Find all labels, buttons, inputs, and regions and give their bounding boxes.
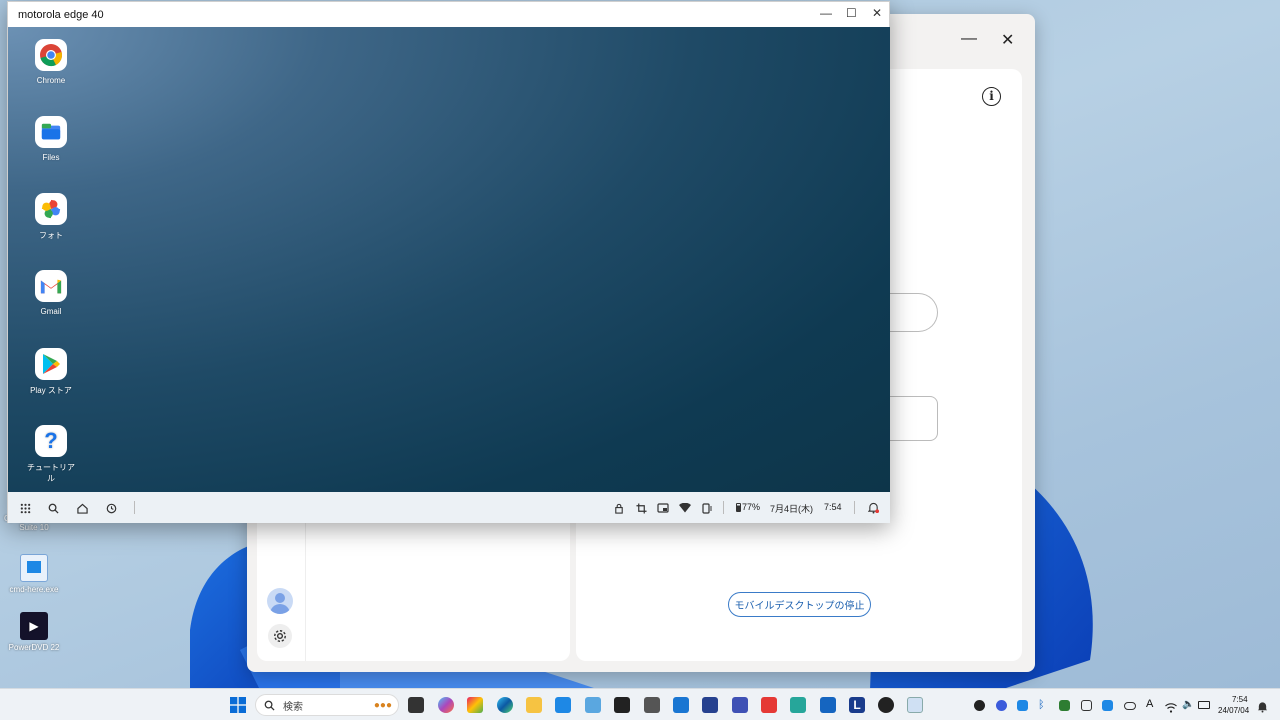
cmd-icon bbox=[20, 554, 48, 582]
sidebar-panel bbox=[257, 514, 570, 661]
start-button[interactable] bbox=[230, 697, 246, 713]
volume-icon[interactable]: 🔈 bbox=[1182, 700, 1194, 710]
search-highlight-icon: ●●● bbox=[373, 699, 392, 711]
onedrive-icon[interactable] bbox=[1124, 702, 1136, 710]
app-label: Gmail bbox=[40, 307, 62, 316]
app-label: チュートリアル bbox=[27, 463, 75, 483]
tray-app-icon[interactable] bbox=[1017, 700, 1028, 711]
window-title: motorola edge 40 bbox=[18, 8, 104, 21]
app-label: フォト bbox=[39, 231, 63, 240]
navbar-divider bbox=[134, 501, 135, 514]
search-icon[interactable] bbox=[46, 501, 60, 515]
cast-icon[interactable] bbox=[656, 501, 670, 515]
close-button[interactable]: ✕ bbox=[1001, 30, 1014, 50]
battery-icon[interactable] bbox=[1198, 701, 1210, 709]
phone-titlebar: motorola edge 40 — ☐ ✕ bbox=[8, 2, 889, 27]
clock-time[interactable]: 7:54 bbox=[1232, 695, 1248, 704]
status-time: 7:54 bbox=[824, 502, 842, 512]
search-icon bbox=[264, 700, 275, 711]
tray-app-icon[interactable] bbox=[996, 700, 1007, 711]
taskbar-search[interactable]: 検索 ●●● bbox=[255, 694, 399, 716]
app-chrome[interactable]: Chrome bbox=[26, 39, 76, 85]
copilot-icon[interactable] bbox=[438, 697, 454, 713]
navbar-divider bbox=[723, 501, 724, 514]
windows-logo-icon bbox=[230, 697, 246, 713]
notification-bell-icon[interactable] bbox=[866, 501, 880, 515]
app-play-store[interactable]: Play ストア bbox=[26, 348, 76, 396]
phone-vibrate-icon bbox=[700, 501, 714, 515]
edge-icon[interactable] bbox=[497, 697, 513, 713]
photos-icon bbox=[35, 193, 67, 225]
app-drawer-icon[interactable] bbox=[18, 501, 32, 515]
home-icon[interactable] bbox=[75, 501, 89, 515]
active-window-icon[interactable] bbox=[907, 697, 923, 713]
chrome-icon bbox=[35, 39, 67, 71]
recents-icon[interactable] bbox=[104, 501, 118, 515]
app-label: Play ストア bbox=[30, 386, 72, 395]
app-label: Chrome bbox=[36, 76, 66, 85]
store-icon[interactable] bbox=[673, 697, 689, 713]
vscode-icon[interactable] bbox=[555, 697, 571, 713]
avatar[interactable] bbox=[267, 588, 293, 614]
battery-icon bbox=[736, 503, 741, 512]
gmail-icon bbox=[35, 270, 67, 302]
snipping-tool-icon[interactable] bbox=[790, 697, 806, 713]
tray-app-icon[interactable] bbox=[1059, 700, 1070, 711]
minimize-button[interactable]: — bbox=[820, 6, 832, 20]
monitor-app-icon[interactable] bbox=[732, 697, 748, 713]
minimize-button[interactable]: — bbox=[961, 30, 977, 48]
terminal-icon[interactable] bbox=[614, 697, 630, 713]
close-button[interactable]: ✕ bbox=[872, 6, 882, 20]
app-photos[interactable]: フォト bbox=[26, 193, 76, 241]
wifi-icon bbox=[678, 501, 692, 515]
stop-mobile-desktop-button[interactable]: モバイルデスクトップの停止 bbox=[728, 592, 871, 617]
lock-icon[interactable] bbox=[612, 501, 626, 515]
app-label: Files bbox=[42, 153, 60, 162]
powerdvd-icon: ▶ bbox=[20, 612, 48, 640]
maximize-button[interactable]: ☐ bbox=[846, 6, 857, 20]
taskbar: 検索 ●●● L ᛒ A 🔈 7:54 24/07/04 bbox=[0, 688, 1280, 720]
crop-icon[interactable] bbox=[634, 501, 648, 515]
tray-app-icon[interactable] bbox=[974, 700, 985, 711]
play-store-icon bbox=[35, 348, 67, 380]
network-app-icon[interactable] bbox=[702, 697, 718, 713]
settings-gear-icon[interactable] bbox=[268, 624, 292, 648]
search-placeholder: 検索 bbox=[283, 701, 303, 713]
wifi-icon[interactable] bbox=[1165, 700, 1177, 713]
bluetooth-icon[interactable]: ᛒ bbox=[1038, 700, 1049, 711]
help-icon: ? bbox=[35, 425, 67, 457]
phone-mirror-window: motorola edge 40 — ☐ ✕ Chrome Files フォト … bbox=[7, 1, 890, 523]
desktop-icon-label: cmd-here.exe bbox=[9, 585, 59, 594]
app-files[interactable]: Files bbox=[26, 116, 76, 162]
desktop-icon-powerdvd[interactable]: ▶ PowerDVD 22 bbox=[2, 612, 66, 652]
battery-level: 77% bbox=[742, 502, 761, 512]
remote-desktop-icon[interactable] bbox=[585, 697, 601, 713]
task-view-icon[interactable] bbox=[408, 697, 424, 713]
screenshot-app-icon[interactable] bbox=[761, 697, 777, 713]
mail-icon[interactable] bbox=[820, 697, 836, 713]
phone-link-icon[interactable] bbox=[878, 697, 894, 713]
desktop-icon-label: PowerDVD 22 bbox=[8, 643, 60, 652]
input-language[interactable]: A bbox=[1146, 698, 1153, 710]
status-date: 7月4日(木) bbox=[770, 504, 814, 514]
phone-screen[interactable]: Chrome Files フォト Gmail Play ストア ? チュートリア… bbox=[8, 27, 890, 492]
info-icon[interactable]: i bbox=[982, 87, 1001, 106]
capture-app-icon[interactable] bbox=[467, 697, 483, 713]
defender-icon[interactable] bbox=[1102, 700, 1113, 711]
desktop-icon-cmd-here[interactable]: cmd-here.exe bbox=[2, 554, 66, 594]
phone-navbar: 77% 7月4日(木) 7:54 bbox=[8, 492, 890, 523]
clock-date[interactable]: 24/07/04 bbox=[1218, 706, 1249, 715]
navbar-divider bbox=[854, 501, 855, 514]
calculator-icon[interactable] bbox=[644, 697, 660, 713]
tray-app-icon[interactable] bbox=[1081, 700, 1092, 711]
app-gmail[interactable]: Gmail bbox=[26, 270, 76, 316]
file-explorer-icon[interactable] bbox=[526, 697, 542, 713]
l-app-icon[interactable]: L bbox=[849, 697, 865, 713]
notification-bell-icon[interactable] bbox=[1257, 700, 1268, 713]
app-tutorial[interactable]: ? チュートリアル bbox=[26, 425, 76, 484]
files-icon bbox=[35, 116, 67, 148]
